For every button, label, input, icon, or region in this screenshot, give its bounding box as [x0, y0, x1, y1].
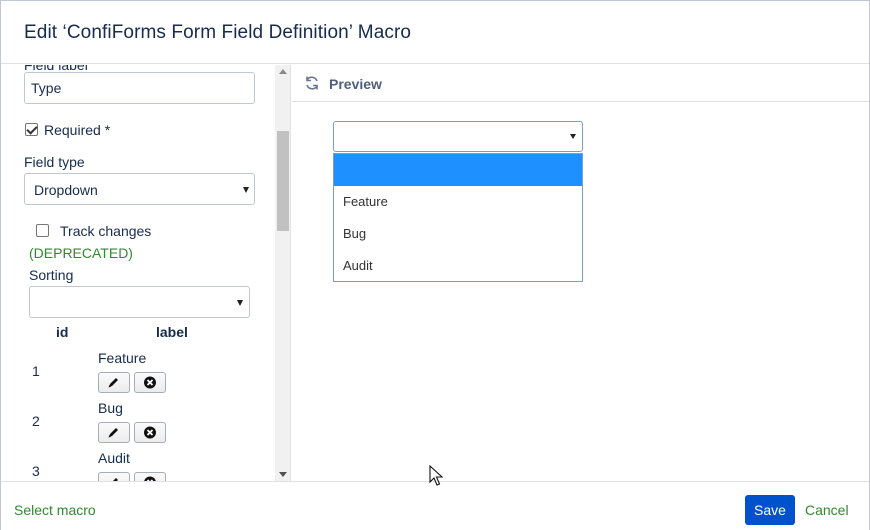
dropdown-option[interactable]: Feature — [334, 186, 582, 218]
field-type-select[interactable]: Dropdown — [24, 173, 255, 205]
dropdown-option[interactable]: Bug — [334, 218, 582, 250]
scroll-thumb[interactable] — [277, 131, 289, 231]
macro-dialog: Edit ‘ConfiForms Form Field Definition’ … — [0, 0, 870, 530]
close-circle-icon — [144, 426, 156, 439]
preview-dropdown-list: Feature Bug Audit — [333, 153, 583, 282]
chevron-down-icon — [243, 187, 249, 193]
scroll-down-icon[interactable] — [279, 472, 287, 477]
delete-button[interactable] — [134, 372, 166, 393]
chevron-down-icon — [237, 300, 243, 306]
sorting-label: Sorting — [29, 267, 74, 283]
track-changes-label: Track changes — [60, 223, 152, 239]
deprecated-label: (DEPRECATED) — [29, 245, 133, 261]
close-circle-icon — [144, 376, 156, 389]
cancel-link[interactable]: Cancel — [805, 502, 849, 518]
edit-button[interactable] — [98, 422, 130, 443]
dialog-title: Edit ‘ConfiForms Form Field Definition’ … — [24, 22, 412, 43]
chevron-down-icon — [570, 134, 576, 139]
pencil-icon — [108, 428, 118, 438]
pencil-icon — [108, 378, 118, 388]
row-id: 3 — [32, 463, 40, 479]
column-header-id: id — [56, 324, 69, 340]
field-settings-panel: Field label Type Required * Field type D… — [1, 65, 291, 481]
preview-panel: Preview Feature Bug Audit — [292, 65, 869, 481]
row-label: Audit — [98, 450, 130, 466]
refresh-icon[interactable] — [304, 75, 320, 91]
edit-button[interactable] — [98, 472, 130, 481]
dialog-footer: Select macro Save Cancel — [1, 481, 869, 530]
track-changes-checkbox[interactable] — [36, 224, 49, 237]
field-label-input[interactable]: Type — [24, 72, 255, 104]
dropdown-option-empty[interactable] — [334, 154, 582, 186]
delete-button[interactable] — [134, 422, 166, 443]
row-label: Feature — [98, 350, 147, 366]
scroll-up-icon[interactable] — [279, 69, 287, 74]
preview-label: Preview — [329, 76, 382, 92]
left-panel-scrollbar[interactable] — [275, 65, 290, 481]
row-id: 1 — [32, 363, 40, 379]
row-id: 2 — [32, 413, 40, 429]
field-type-label: Field type — [24, 154, 85, 170]
row-label: Bug — [98, 400, 123, 416]
mouse-cursor-icon — [429, 465, 443, 486]
sorting-select[interactable] — [29, 286, 250, 318]
field-type-value: Dropdown — [34, 182, 98, 198]
preview-bar: Preview — [292, 65, 869, 102]
required-checkbox[interactable] — [25, 123, 38, 136]
dialog-header: Edit ‘ConfiForms Form Field Definition’ … — [1, 1, 869, 64]
dropdown-option[interactable]: Audit — [334, 250, 582, 282]
save-button[interactable]: Save — [745, 495, 795, 525]
edit-button[interactable] — [98, 372, 130, 393]
delete-button[interactable] — [134, 472, 166, 481]
preview-dropdown[interactable] — [333, 121, 583, 152]
select-macro-link[interactable]: Select macro — [14, 502, 96, 518]
column-header-label: label — [156, 324, 188, 340]
required-label: Required * — [44, 122, 111, 138]
